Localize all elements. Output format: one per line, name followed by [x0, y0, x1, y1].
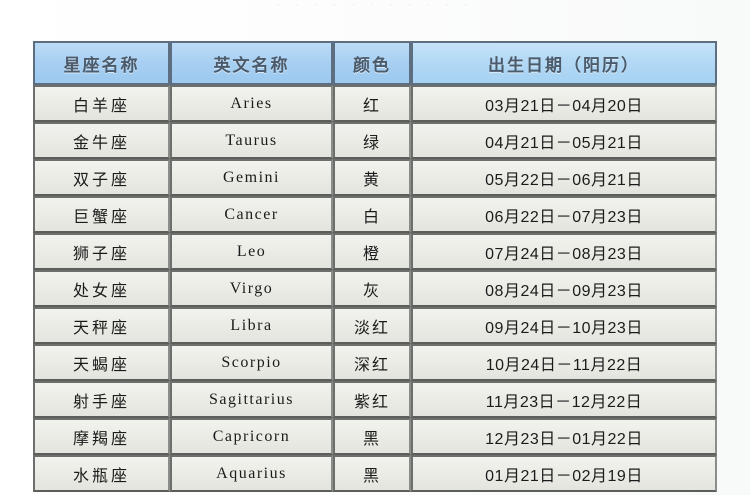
column-header-color: 颜色 [333, 41, 411, 85]
cell-color-value: 黑 [333, 418, 411, 455]
cell-english-name: Taurus [170, 122, 333, 159]
column-header-sign-name: 星座名称 [33, 41, 170, 85]
table-body: 白羊座 Aries 红 03月21日－04月20日 金牛座 Taurus 绿 04月21日－0… [33, 85, 717, 492]
cell-sign-name: 天蝎座 [33, 344, 170, 381]
cell-color-value: 紫红 [333, 381, 411, 418]
cell-english-name: Aquarius [170, 455, 333, 492]
cell-birth-date: 10月24日－11月22日 [411, 344, 717, 381]
column-header-birth-date: 出生日期（阳历） [411, 41, 717, 85]
cell-sign-name: 处女座 [33, 270, 170, 307]
cell-birth-date: 12月23日－01月22日 [411, 418, 717, 455]
table-row: 双子座 Gemini 黄 05月22日－06月21日 [33, 159, 717, 196]
cell-birth-date: 01月21日－02月19日 [411, 455, 717, 492]
zodiac-sign-table: 星座名称 英文名称 颜色 出生日期（阳历） 白羊座 Aries 红 03月21日－04… [33, 41, 717, 492]
cell-sign-name: 双子座 [33, 159, 170, 196]
cell-sign-name: 巨蟹座 [33, 196, 170, 233]
bottom-clip-mask [0, 495, 750, 500]
cell-english-name: Scorpio [170, 344, 333, 381]
cell-english-name: Capricorn [170, 418, 333, 455]
cell-english-name: Virgo [170, 270, 333, 307]
cell-color-value: 黄 [333, 159, 411, 196]
cell-color-value: 橙 [333, 233, 411, 270]
cell-sign-name: 金牛座 [33, 122, 170, 159]
cell-color-value: 淡红 [333, 307, 411, 344]
table-row: 金牛座 Taurus 绿 04月21日－05月21日 [33, 122, 717, 159]
cell-english-name: Libra [170, 307, 333, 344]
cell-color-value: 白 [333, 196, 411, 233]
cell-sign-name: 天秤座 [33, 307, 170, 344]
page-canvas: · · · · · · · · · · · 星座名称 英文名称 颜色 出生日期（… [0, 0, 750, 500]
table-row: 巨蟹座 Cancer 白 06月22日－07月23日 [33, 196, 717, 233]
table-row: 狮子座 Leo 橙 07月24日－08月23日 [33, 233, 717, 270]
table-row: 白羊座 Aries 红 03月21日－04月20日 [33, 85, 717, 122]
cell-english-name: Leo [170, 233, 333, 270]
table-header-row: 星座名称 英文名称 颜色 出生日期（阳历） [33, 41, 717, 85]
table-row: 摩羯座 Capricorn 黑 12月23日－01月22日 [33, 418, 717, 455]
cell-color-value: 灰 [333, 270, 411, 307]
cell-sign-name: 摩羯座 [33, 418, 170, 455]
cell-sign-name: 狮子座 [33, 233, 170, 270]
table-row: 水瓶座 Aquarius 黑 01月21日－02月19日 [33, 455, 717, 492]
cell-english-name: Gemini [170, 159, 333, 196]
cell-birth-date: 04月21日－05月21日 [411, 122, 717, 159]
top-clipped-artifact-text: · · · · · · · · · · · [276, 0, 474, 11]
table-row: 天蝎座 Scorpio 深红 10月24日－11月22日 [33, 344, 717, 381]
cell-english-name: Sagittarius [170, 381, 333, 418]
cell-color-value: 深红 [333, 344, 411, 381]
cell-sign-name: 白羊座 [33, 85, 170, 122]
table-row: 射手座 Sagittarius 紫红 11月23日－12月22日 [33, 381, 717, 418]
cell-birth-date: 07月24日－08月23日 [411, 233, 717, 270]
cell-birth-date: 03月21日－04月20日 [411, 85, 717, 122]
table-header: 星座名称 英文名称 颜色 出生日期（阳历） [33, 41, 717, 85]
cell-birth-date: 06月22日－07月23日 [411, 196, 717, 233]
column-header-english-name: 英文名称 [170, 41, 333, 85]
cell-sign-name: 水瓶座 [33, 455, 170, 492]
cell-sign-name: 射手座 [33, 381, 170, 418]
cell-english-name: Aries [170, 85, 333, 122]
zodiac-table-container: 星座名称 英文名称 颜色 出生日期（阳历） 白羊座 Aries 红 03月21日－04… [33, 41, 717, 492]
table-row: 处女座 Virgo 灰 08月24日－09月23日 [33, 270, 717, 307]
cell-color-value: 黑 [333, 455, 411, 492]
cell-birth-date: 11月23日－12月22日 [411, 381, 717, 418]
cell-birth-date: 09月24日－10月23日 [411, 307, 717, 344]
table-row: 天秤座 Libra 淡红 09月24日－10月23日 [33, 307, 717, 344]
cell-color-value: 绿 [333, 122, 411, 159]
cell-english-name: Cancer [170, 196, 333, 233]
cell-birth-date: 08月24日－09月23日 [411, 270, 717, 307]
cell-color-value: 红 [333, 85, 411, 122]
cell-birth-date: 05月22日－06月21日 [411, 159, 717, 196]
